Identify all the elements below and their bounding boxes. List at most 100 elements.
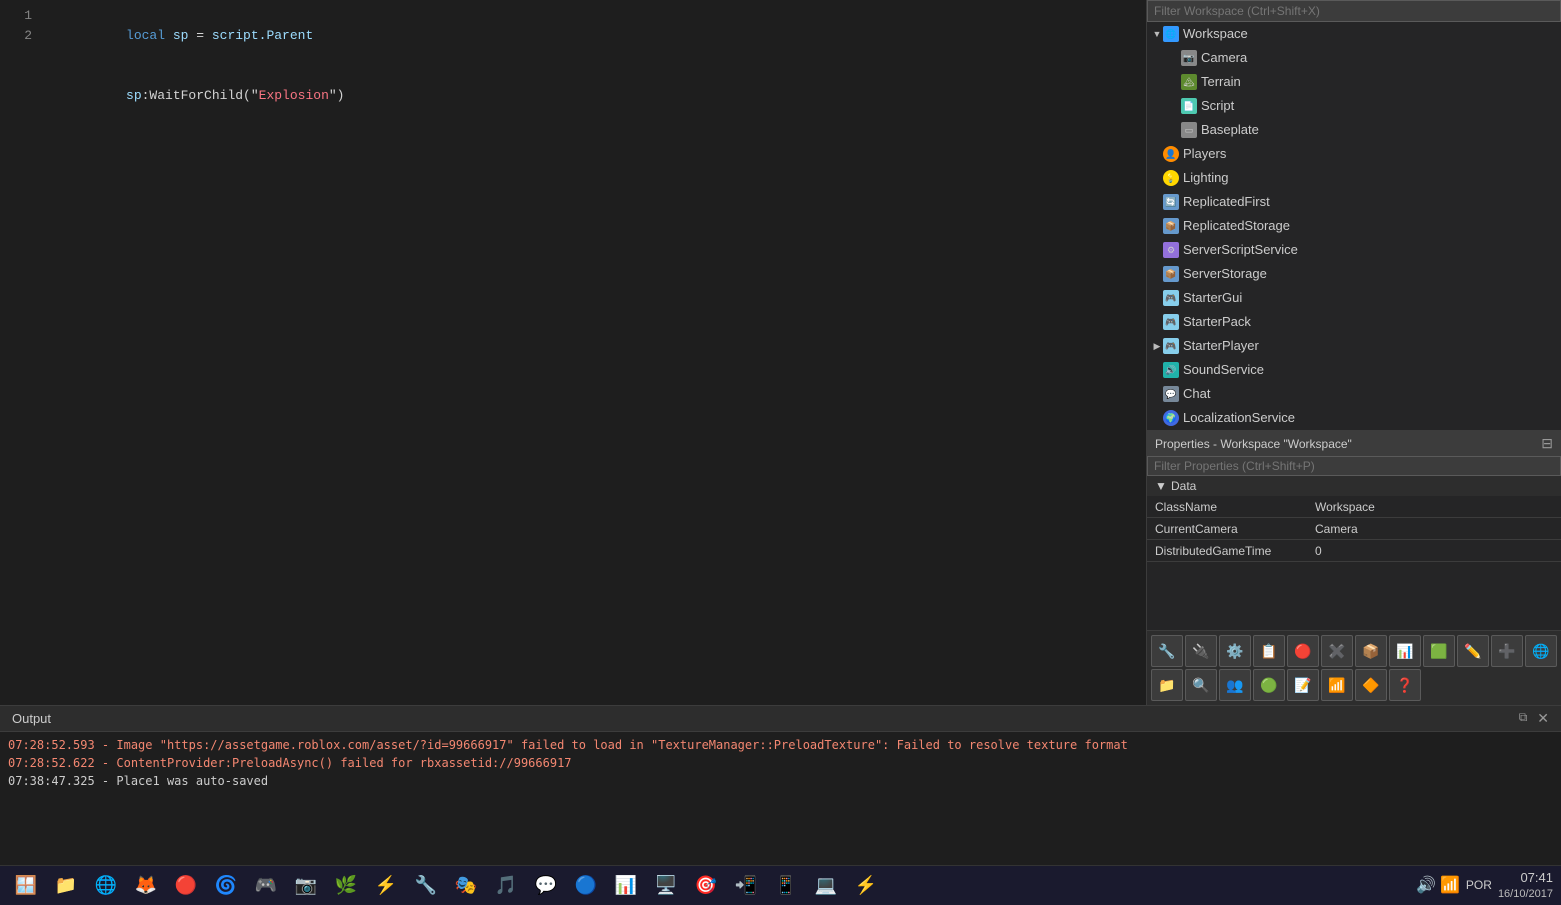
tree-item-starterplayer[interactable]: ▶🎮StarterPlayer xyxy=(1147,334,1561,358)
string-explosion: Explosion xyxy=(259,88,329,103)
main-area: 1 2 local sp = script.Parent sp:WaitForC… xyxy=(0,0,1561,705)
toolbar-btn-18[interactable]: 🔶 xyxy=(1355,669,1387,701)
toolbar-btn-11[interactable]: 🌐 xyxy=(1525,635,1557,667)
tree-item-workspace[interactable]: ▼🌐Workspace xyxy=(1147,22,1561,46)
item-label-starterplayer: StarterPlayer xyxy=(1183,336,1259,356)
taskbar-app-16[interactable]: 🖥️ xyxy=(648,869,684,903)
tree-item-chat[interactable]: 💬Chat xyxy=(1147,382,1561,406)
toolbar-btn-5[interactable]: ✖️ xyxy=(1321,635,1353,667)
taskbar-app-17[interactable]: 🎯 xyxy=(688,869,724,903)
taskbar-app-3[interactable]: 🦊 xyxy=(128,869,164,903)
taskbar-app-7[interactable]: 📷 xyxy=(288,869,324,903)
toolbar-btn-13[interactable]: 🔍 xyxy=(1185,669,1217,701)
output-close-button[interactable]: ✕ xyxy=(1537,710,1549,727)
item-label-replicatedfirst: ReplicatedFirst xyxy=(1183,192,1270,212)
kw-script: script xyxy=(212,28,259,43)
tree-item-localizationservice[interactable]: 🌍LocalizationService xyxy=(1147,406,1561,430)
tree-item-startergui[interactable]: 🎮StarterGui xyxy=(1147,286,1561,310)
chevron-icon-workspace: ▼ xyxy=(1151,24,1163,44)
tree-item-starterpack[interactable]: 🎮StarterPack xyxy=(1147,310,1561,334)
toolbar-btn-19[interactable]: ❓ xyxy=(1389,669,1421,701)
taskbar-app-5[interactable]: 🌀 xyxy=(208,869,244,903)
taskbar-app-10[interactable]: 🔧 xyxy=(408,869,444,903)
taskbar-app-4[interactable]: 🔴 xyxy=(168,869,204,903)
taskbar-app-11[interactable]: 🎭 xyxy=(448,869,484,903)
toolbar-btn-10[interactable]: ➕ xyxy=(1491,635,1523,667)
item-icon-replicatedstorage: 📦 xyxy=(1163,218,1179,234)
taskbar: 🪟📁🌐🦊🔴🌀🎮📷🌿⚡🔧🎭🎵💬🔵📊🖥️🎯📲📱💻⚡ 🔊 📶 POR 07:41 16… xyxy=(0,865,1561,905)
taskbar-app-18[interactable]: 📲 xyxy=(728,869,764,903)
taskbar-app-21[interactable]: ⚡ xyxy=(848,869,884,903)
toolbar-btn-16[interactable]: 📝 xyxy=(1287,669,1319,701)
tree-item-terrain[interactable]: 🏔Terrain xyxy=(1147,70,1561,94)
taskbar-app-1[interactable]: 📁 xyxy=(48,869,84,903)
taskbar-app-0[interactable]: 🪟 xyxy=(8,869,44,903)
properties-filter-input[interactable] xyxy=(1147,456,1561,476)
tree-item-soundservice[interactable]: 🔊SoundService xyxy=(1147,358,1561,382)
tree-item-replicatedfirst[interactable]: 🔄ReplicatedFirst xyxy=(1147,190,1561,214)
taskbar-sound-icon[interactable]: 🔊 xyxy=(1416,875,1436,895)
taskbar-app-13[interactable]: 💬 xyxy=(528,869,564,903)
properties-panel: Properties - Workspace "Workspace" ⊟ ▼ D… xyxy=(1147,430,1561,630)
toolbar-btn-3[interactable]: 📋 xyxy=(1253,635,1285,667)
toolbar-btn-15[interactable]: 🟢 xyxy=(1253,669,1285,701)
toolbar-btn-4[interactable]: 🔴 xyxy=(1287,635,1319,667)
output-line-1: 07:28:52.622 - ContentProvider:PreloadAs… xyxy=(8,754,1553,772)
section-label: Data xyxy=(1171,479,1196,493)
taskbar-app-12[interactable]: 🎵 xyxy=(488,869,524,903)
toolbar-btn-0[interactable]: 🔧 xyxy=(1151,635,1183,667)
taskbar-network-icon[interactable]: 📶 xyxy=(1440,875,1460,895)
item-label-starterpack: StarterPack xyxy=(1183,312,1251,332)
toolbar-btn-2[interactable]: ⚙️ xyxy=(1219,635,1251,667)
taskbar-app-20[interactable]: 💻 xyxy=(808,869,844,903)
explorer-filter-input[interactable] xyxy=(1147,0,1561,22)
output-panel: Output ⧉ ✕ 07:28:52.593 - Image "https:/… xyxy=(0,705,1561,865)
section-chevron-icon: ▼ xyxy=(1155,479,1167,493)
output-restore-button[interactable]: ⧉ xyxy=(1519,710,1528,727)
close-paren: ") xyxy=(329,88,345,103)
prop-row-0: ClassNameWorkspace xyxy=(1147,496,1561,518)
toolbar-btn-1[interactable]: 🔌 xyxy=(1185,635,1217,667)
chevron-icon-starterplayer: ▶ xyxy=(1151,336,1163,356)
toolbar-btn-9[interactable]: ✏️ xyxy=(1457,635,1489,667)
code-lines[interactable]: local sp = script.Parent sp:WaitForChild… xyxy=(40,4,1146,701)
toolbar-btn-6[interactable]: 📦 xyxy=(1355,635,1387,667)
properties-close-button[interactable]: ⊟ xyxy=(1541,435,1553,452)
explorer-panel: ▼🌐Workspace📷Camera🏔Terrain📄Script▭Basepl… xyxy=(1147,0,1561,430)
item-icon-serverstorage: 📦 xyxy=(1163,266,1179,282)
toolbar-btn-17[interactable]: 📶 xyxy=(1321,669,1353,701)
item-icon-baseplate: ▭ xyxy=(1181,122,1197,138)
prop-value-1[interactable]: Camera xyxy=(1315,522,1553,536)
output-line-2: 07:38:47.325 - Place1 was auto-saved xyxy=(8,772,1553,790)
tree-item-script[interactable]: 📄Script xyxy=(1147,94,1561,118)
kw-parent: .Parent xyxy=(259,28,314,43)
item-icon-chat: 💬 xyxy=(1163,386,1179,402)
taskbar-app-9[interactable]: ⚡ xyxy=(368,869,404,903)
taskbar-app-15[interactable]: 📊 xyxy=(608,869,644,903)
tree-view[interactable]: ▼🌐Workspace📷Camera🏔Terrain📄Script▭Basepl… xyxy=(1147,22,1561,430)
tree-item-replicatedstorage[interactable]: 📦ReplicatedStorage xyxy=(1147,214,1561,238)
tree-item-camera[interactable]: 📷Camera xyxy=(1147,46,1561,70)
taskbar-app-6[interactable]: 🎮 xyxy=(248,869,284,903)
toolbar-btn-7[interactable]: 📊 xyxy=(1389,635,1421,667)
item-label-serverscriptservice: ServerScriptService xyxy=(1183,240,1298,260)
toolbar-btn-14[interactable]: 👥 xyxy=(1219,669,1251,701)
output-header: Output ⧉ ✕ xyxy=(0,706,1561,732)
tree-item-serverscriptservice[interactable]: ⚙ServerScriptService xyxy=(1147,238,1561,262)
taskbar-app-19[interactable]: 📱 xyxy=(768,869,804,903)
taskbar-app-2[interactable]: 🌐 xyxy=(88,869,124,903)
item-icon-workspace: 🌐 xyxy=(1163,26,1179,42)
tree-item-lighting[interactable]: 💡Lighting xyxy=(1147,166,1561,190)
item-icon-camera: 📷 xyxy=(1181,50,1197,66)
tree-item-baseplate[interactable]: ▭Baseplate xyxy=(1147,118,1561,142)
taskbar-app-14[interactable]: 🔵 xyxy=(568,869,604,903)
tree-item-serverstorage[interactable]: 📦ServerStorage xyxy=(1147,262,1561,286)
output-title: Output xyxy=(12,711,51,726)
prop-value-2[interactable]: 0 xyxy=(1315,544,1553,558)
tree-item-players[interactable]: 👤Players xyxy=(1147,142,1561,166)
toolbar-btn-12[interactable]: 📁 xyxy=(1151,669,1183,701)
taskbar-app-8[interactable]: 🌿 xyxy=(328,869,364,903)
prop-value-0[interactable]: Workspace xyxy=(1315,500,1553,514)
item-label-lighting: Lighting xyxy=(1183,168,1229,188)
toolbar-btn-8[interactable]: 🟩 xyxy=(1423,635,1455,667)
